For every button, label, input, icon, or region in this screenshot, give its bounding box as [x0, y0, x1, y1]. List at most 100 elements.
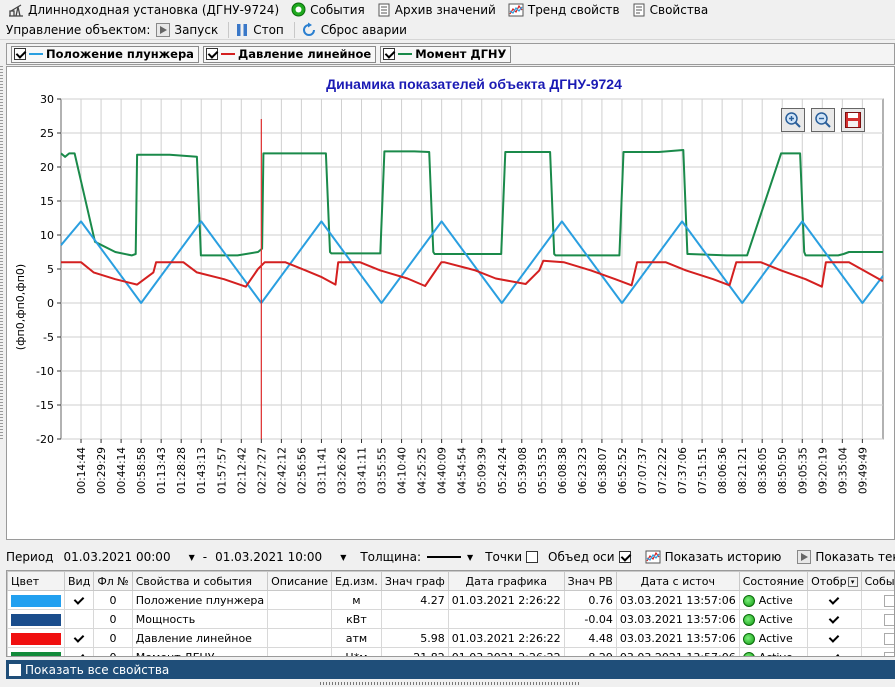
- column-header[interactable]: Дата графика: [447, 571, 565, 591]
- show-checkbox[interactable]: [828, 652, 840, 657]
- legend-line-swatch: [29, 53, 43, 55]
- table-row[interactable]: 0 Давление линейное атм 5.98 01.03.2021 2:26…: [7, 628, 894, 648]
- view-cell[interactable]: [63, 609, 95, 629]
- column-header[interactable]: Знач граф: [380, 571, 449, 591]
- menu-item-label: События: [310, 2, 365, 17]
- column-header[interactable]: Свойства и события: [131, 571, 269, 591]
- column-header[interactable]: Состояние: [738, 571, 809, 591]
- bottom-splitter-handle[interactable]: [320, 682, 580, 685]
- column-header[interactable]: Дата с источ: [615, 571, 740, 591]
- column-header[interactable]: Ед.изм.: [331, 571, 382, 591]
- view-cell[interactable]: [63, 647, 95, 657]
- color-swatch[interactable]: [11, 632, 61, 645]
- view-checkbox[interactable]: [73, 633, 85, 645]
- menu-item-events[interactable]: События: [291, 2, 365, 17]
- x-tick-label: 01:57:57: [216, 447, 228, 494]
- column-header[interactable]: Цвет: [7, 571, 65, 591]
- table-row[interactable]: 0 Момент ДГНУ Н*м 21.82 01.03.2021 2:26:22 8.…: [7, 647, 894, 657]
- show-current-button[interactable]: Показать текущие: [797, 550, 895, 564]
- rt-value-cell: -0.04: [563, 609, 617, 629]
- view-checkbox[interactable]: [73, 595, 85, 607]
- show-checkbox[interactable]: [828, 595, 840, 607]
- view-checkbox[interactable]: [73, 614, 85, 626]
- view-cell[interactable]: [63, 590, 95, 610]
- color-cell[interactable]: [7, 647, 65, 656]
- x-tick-label: 05:39:08: [517, 447, 529, 494]
- y-tick-label: 0: [47, 297, 54, 310]
- event-checkbox[interactable]: [883, 594, 894, 607]
- event-checkbox[interactable]: [883, 613, 894, 626]
- save-chart-button[interactable]: [841, 108, 865, 132]
- trend-chart[interactable]: Динамика показателей объекта ДГНУ-9724 (…: [7, 67, 894, 539]
- start-button[interactable]: Запуск: [156, 22, 219, 37]
- show-checkbox[interactable]: [828, 633, 840, 645]
- show-history-button[interactable]: Показать историю: [645, 550, 781, 564]
- y-tick-label: -10: [36, 365, 54, 378]
- color-cell[interactable]: [7, 590, 65, 610]
- thickness-dropdown[interactable]: ▼: [427, 553, 473, 562]
- flag-cell: 0: [93, 647, 133, 656]
- event-checkbox[interactable]: [883, 632, 894, 645]
- stop-button[interactable]: Стоп: [235, 23, 284, 37]
- show-cell[interactable]: [807, 590, 862, 610]
- show-all-properties-checkbox[interactable]: [9, 663, 21, 676]
- merge-axes-checkbox[interactable]: [618, 551, 631, 563]
- legend-checkbox[interactable]: [205, 48, 218, 60]
- event-cell[interactable]: [860, 590, 894, 610]
- show-cell[interactable]: [807, 609, 862, 629]
- y-axis-label: (фп0,фп0,фп0): [14, 264, 27, 350]
- status-active-icon: [742, 651, 755, 656]
- color-swatch[interactable]: [11, 651, 61, 656]
- column-header-show[interactable]: Отобр ▾: [807, 571, 862, 591]
- column-header[interactable]: Описание: [267, 571, 333, 591]
- legend-item-plunger[interactable]: Положение плунжера: [11, 45, 199, 63]
- table-row[interactable]: 0 Мощность кВт -0.04 03.03.2021 13:57:06 Acti…: [7, 609, 894, 629]
- period-from-picker[interactable]: 01.03.2021 00:00 ▼: [63, 550, 194, 564]
- y-tick-label: 5: [47, 263, 54, 276]
- event-checkbox[interactable]: [883, 651, 894, 656]
- legend-checkbox[interactable]: [383, 48, 396, 60]
- legend-item-torque[interactable]: Момент ДГНУ: [380, 45, 512, 63]
- properties-grid: Цвет Вид Фл № Свойства и события Описани…: [6, 570, 895, 657]
- event-cell[interactable]: [860, 647, 894, 656]
- splitter-handle[interactable]: [0, 66, 3, 440]
- color-swatch[interactable]: [11, 613, 61, 626]
- x-tick-label: 07:07:37: [637, 447, 649, 494]
- color-cell[interactable]: [7, 628, 65, 648]
- points-checkbox[interactable]: [526, 551, 538, 563]
- reset-alarm-button[interactable]: Сброс аварии: [301, 22, 407, 38]
- legend-checkbox[interactable]: [14, 48, 26, 60]
- view-checkbox[interactable]: [73, 652, 85, 657]
- column-header[interactable]: Событие: [860, 571, 894, 591]
- filter-icon[interactable]: ▾: [847, 576, 858, 587]
- show-all-properties-label: Показать все свойства: [25, 662, 170, 677]
- y-tick-label: 15: [40, 195, 54, 208]
- column-header[interactable]: Знач РВ: [563, 571, 617, 591]
- color-swatch[interactable]: [11, 594, 61, 607]
- show-checkbox[interactable]: [828, 614, 840, 626]
- column-header[interactable]: Вид: [63, 571, 95, 591]
- menu-item-archive[interactable]: Архив значений: [377, 3, 496, 17]
- graph-date-cell: [447, 609, 565, 629]
- show-all-properties-bar[interactable]: Показать все свойства: [6, 660, 895, 679]
- menu-item-properties[interactable]: Свойства: [632, 3, 708, 17]
- color-cell[interactable]: [7, 609, 65, 629]
- x-tick-label: 03:11:41: [316, 447, 328, 494]
- table-row[interactable]: 0 Положение плунжера м 4.27 01.03.2021 2:26:…: [7, 590, 894, 610]
- y-tick-label: -15: [36, 399, 54, 412]
- start-button-label: Запуск: [174, 22, 219, 37]
- column-header[interactable]: Фл №: [93, 571, 133, 591]
- legend-item-pressure[interactable]: Давление линейное: [202, 45, 377, 63]
- zoom-out-button[interactable]: [811, 108, 835, 132]
- period-to-picker[interactable]: 01.03.2021 10:00 ▼: [215, 550, 346, 564]
- show-cell[interactable]: [807, 647, 862, 657]
- menu-item-trend[interactable]: Тренд свойств: [508, 3, 620, 17]
- event-cell[interactable]: [860, 609, 894, 629]
- event-cell[interactable]: [860, 628, 894, 648]
- view-cell[interactable]: [63, 628, 95, 648]
- menu-item-main[interactable]: Длиннодходная установка (ДГНУ-9724): [8, 3, 279, 17]
- x-tick-label: 00:14:44: [76, 447, 88, 494]
- graph-date-cell: 01.03.2021 2:26:22: [447, 647, 565, 656]
- show-cell[interactable]: [807, 628, 862, 648]
- zoom-in-button[interactable]: [781, 108, 805, 132]
